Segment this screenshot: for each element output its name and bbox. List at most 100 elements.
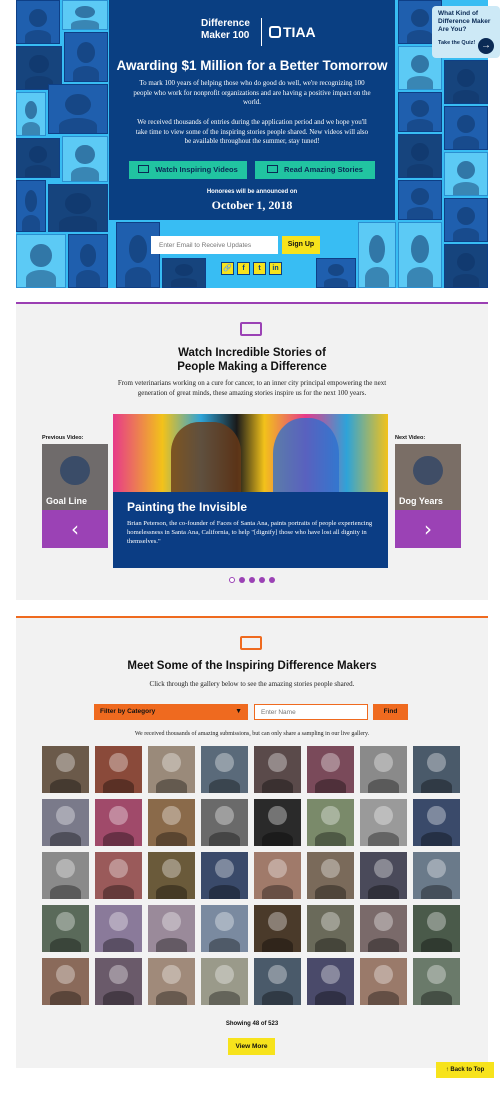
difference-maker-photo[interactable] xyxy=(42,905,89,952)
difference-maker-photo[interactable] xyxy=(360,746,407,793)
photo-body xyxy=(156,831,187,846)
difference-maker-photo[interactable] xyxy=(201,746,248,793)
name-search-input[interactable] xyxy=(254,704,368,720)
difference-maker-photo[interactable] xyxy=(95,905,142,952)
difference-maker-photo[interactable] xyxy=(413,905,460,952)
link-icon[interactable]: 🔗 xyxy=(221,262,234,275)
difference-maker-photo[interactable] xyxy=(148,746,195,793)
id-card-icon xyxy=(240,636,262,650)
photo-face xyxy=(79,244,97,268)
difference-maker-photo[interactable] xyxy=(201,852,248,899)
quiz-link[interactable]: Take the Quiz! xyxy=(438,40,475,46)
photo-face xyxy=(369,234,385,263)
difference-maker-photo[interactable] xyxy=(413,799,460,846)
difference-maker-photo[interactable] xyxy=(148,852,195,899)
watch-videos-button[interactable]: Watch Inspiring Videos xyxy=(129,161,247,179)
photo-head xyxy=(56,805,75,826)
featured-video-artwork[interactable] xyxy=(113,414,388,498)
difference-maker-photo[interactable] xyxy=(413,852,460,899)
difference-maker-photo[interactable] xyxy=(413,746,460,793)
difference-maker-photo[interactable] xyxy=(148,958,195,1005)
difference-maker-photo[interactable] xyxy=(42,799,89,846)
carousel-dot[interactable] xyxy=(259,577,265,583)
difference-maker-photo[interactable] xyxy=(254,852,301,899)
carousel-dot[interactable] xyxy=(239,577,245,583)
collage-photo xyxy=(16,234,66,288)
photo-face xyxy=(76,41,96,63)
photo-head xyxy=(374,752,393,773)
difference-maker-photo[interactable] xyxy=(307,905,354,952)
difference-maker-photo[interactable] xyxy=(42,958,89,1005)
difference-maker-photo[interactable] xyxy=(42,746,89,793)
photo-body xyxy=(421,778,452,793)
back-to-top-button[interactable]: ↑ Back to Top xyxy=(436,1062,494,1078)
difference-maker-photo[interactable] xyxy=(201,958,248,1005)
carousel-dot[interactable] xyxy=(269,577,275,583)
difference-maker-photo[interactable] xyxy=(307,852,354,899)
tiaa-logo-text: TIAA xyxy=(283,24,316,40)
hero-panel: Difference Maker 100 TIAA Awarding $1 Mi… xyxy=(109,0,395,220)
caret-down-icon: ▼ xyxy=(235,708,242,715)
previous-video-thumbnail[interactable]: Goal Line xyxy=(42,444,108,510)
photo-shoulders xyxy=(75,270,101,287)
difference-maker-photo[interactable] xyxy=(254,905,301,952)
difference-maker-photo[interactable] xyxy=(95,799,142,846)
photo-face xyxy=(456,252,476,272)
photo-body xyxy=(209,937,240,952)
photo-head xyxy=(374,964,393,985)
facebook-icon[interactable]: f xyxy=(237,262,250,275)
view-more-button[interactable]: View More xyxy=(228,1038,275,1055)
difference-maker-photo[interactable] xyxy=(360,799,407,846)
difference-maker-photo[interactable] xyxy=(360,958,407,1005)
featured-video[interactable]: Painting the Invisible Brian Peterson, t… xyxy=(113,414,388,568)
photo-head xyxy=(215,752,234,773)
chevron-right-icon[interactable]: › xyxy=(395,510,461,548)
difference-maker-photo[interactable] xyxy=(307,746,354,793)
photo-body xyxy=(103,990,134,1005)
results-count: Showing 48 of 523 xyxy=(225,1021,279,1027)
carousel-dot[interactable] xyxy=(249,577,255,583)
photo-face xyxy=(410,8,430,28)
photo-head xyxy=(162,964,181,985)
difference-maker-photo[interactable] xyxy=(201,799,248,846)
quiz-card[interactable]: What Kind of Difference Maker Are You? T… xyxy=(432,6,500,58)
difference-maker-photo[interactable] xyxy=(95,852,142,899)
photo-body xyxy=(262,831,293,846)
photo-face xyxy=(456,160,476,180)
difference-maker-photo[interactable] xyxy=(95,958,142,1005)
collage-photo xyxy=(398,92,442,132)
next-video-thumbnail[interactable]: Dog Years xyxy=(395,444,461,510)
difference-maker-photo[interactable] xyxy=(307,958,354,1005)
sign-up-button[interactable]: Sign Up xyxy=(282,236,320,254)
difference-maker-photo[interactable] xyxy=(201,905,248,952)
difference-maker-photo[interactable] xyxy=(360,852,407,899)
email-input[interactable] xyxy=(151,236,278,254)
photo-head xyxy=(215,911,234,932)
photo-body xyxy=(421,990,452,1005)
difference-maker-photo[interactable] xyxy=(254,958,301,1005)
read-stories-button[interactable]: Read Amazing Stories xyxy=(255,161,375,179)
difference-maker-photo[interactable] xyxy=(307,799,354,846)
find-button[interactable]: Find xyxy=(373,704,408,720)
photo-body xyxy=(262,884,293,899)
photo-body xyxy=(315,831,346,846)
photo-face xyxy=(327,264,345,277)
arrow-right-icon[interactable]: → xyxy=(478,38,494,54)
difference-maker-photo[interactable] xyxy=(148,799,195,846)
difference-maker-photo[interactable] xyxy=(413,958,460,1005)
difference-maker-photo[interactable] xyxy=(254,746,301,793)
previous-video-label: Previous Video: xyxy=(42,435,84,441)
chevron-left-icon[interactable]: ‹ xyxy=(42,510,108,548)
difference-maker-photo[interactable] xyxy=(254,799,301,846)
difference-maker-photo[interactable] xyxy=(148,905,195,952)
twitter-icon[interactable]: t xyxy=(253,262,266,275)
difference-maker-photo[interactable] xyxy=(360,905,407,952)
photo-face xyxy=(24,190,38,212)
difference-maker-photo[interactable] xyxy=(42,852,89,899)
carousel-dot[interactable] xyxy=(229,577,235,583)
photo-face xyxy=(65,93,91,115)
category-filter-select[interactable]: Filter by Category ▼ xyxy=(94,704,248,720)
linkedin-icon[interactable]: in xyxy=(269,262,282,275)
difference-maker-photo[interactable] xyxy=(95,746,142,793)
collage-photo xyxy=(16,180,46,232)
